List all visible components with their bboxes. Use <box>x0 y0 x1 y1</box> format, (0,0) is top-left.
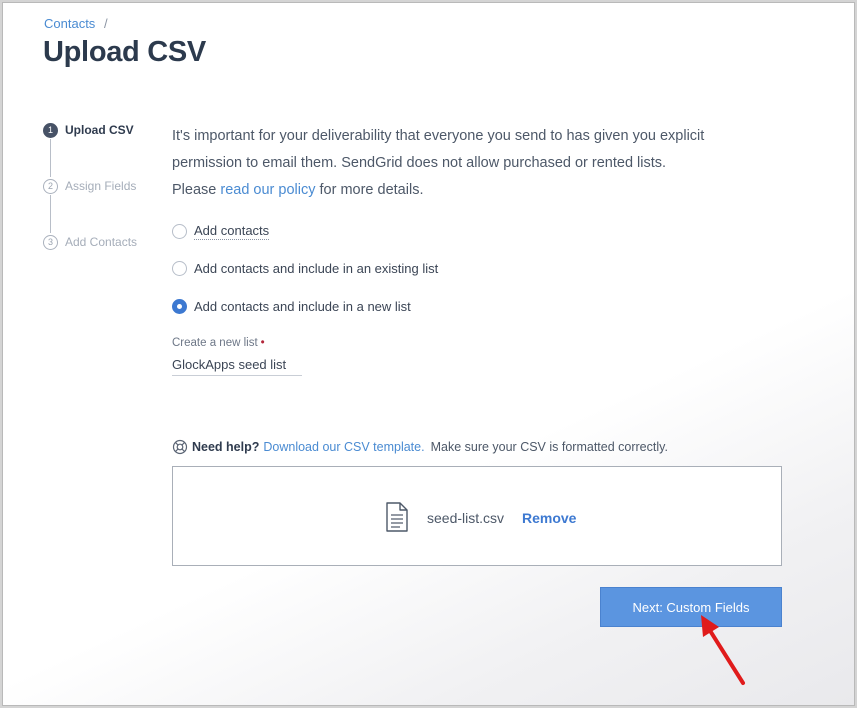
option-label: Add contacts and include in a new list <box>194 299 411 314</box>
step-add-contacts: 3 Add Contacts <box>43 234 137 250</box>
next-custom-fields-button[interactable]: Next: Custom Fields <box>600 587 782 627</box>
stepper-connector <box>50 139 51 177</box>
step-label: Add Contacts <box>65 235 138 249</box>
option-label: Add contacts <box>194 223 270 240</box>
download-template-link[interactable]: Download our CSV template. <box>263 440 424 454</box>
breadcrumb: Contacts / <box>44 16 108 31</box>
step-upload-csv: 1 Upload CSV <box>43 122 134 138</box>
step-number: 3 <box>43 234 58 250</box>
breadcrumb-separator: / <box>103 16 108 31</box>
page-frame: Contacts / Upload CSV 1 Upload CSV 2 Ass… <box>2 2 855 706</box>
csv-help: Need help? Download our CSV template. Ma… <box>172 439 668 455</box>
stepper-connector <box>50 195 51 233</box>
step-number: 1 <box>43 122 58 138</box>
help-note: Make sure your CSV is formatted correctl… <box>430 440 668 454</box>
radio-button[interactable] <box>172 261 187 276</box>
step-number: 2 <box>43 178 58 194</box>
option-add-contacts[interactable]: Add contacts <box>172 223 270 240</box>
notice-line: Please read our policy for more details. <box>172 177 792 204</box>
option-label: Add contacts and include in an existing … <box>194 261 439 276</box>
new-list-label: Create a new list • <box>172 337 265 349</box>
lifebuoy-icon <box>172 439 188 455</box>
uploaded-file-name: seed-list.csv <box>427 510 505 526</box>
policy-link[interactable]: read our policy <box>220 182 315 198</box>
radio-button-selected[interactable] <box>172 299 187 314</box>
document-icon <box>386 502 408 532</box>
new-list-name-input[interactable] <box>172 354 302 376</box>
notice-line: It's important for your deliverability t… <box>172 128 705 144</box>
required-marker: • <box>260 337 265 349</box>
breadcrumb-contacts-link[interactable]: Contacts <box>44 16 95 31</box>
new-list-label-text: Create a new list <box>172 337 258 349</box>
step-assign-fields: 2 Assign Fields <box>43 178 136 194</box>
help-title: Need help? <box>192 440 260 454</box>
notice-suffix: for more details. <box>315 182 424 198</box>
option-existing-list[interactable]: Add contacts and include in an existing … <box>172 261 438 276</box>
radio-button[interactable] <box>172 224 187 239</box>
csv-dropzone[interactable]: seed-list.csv Remove <box>172 466 782 566</box>
annotation-arrow-icon <box>701 615 745 685</box>
step-label: Upload CSV <box>65 123 134 137</box>
progress-stepper: 1 Upload CSV 2 Assign Fields 3 Add Conta… <box>43 120 163 260</box>
step-label: Assign Fields <box>65 179 137 193</box>
notice-prefix: Please <box>172 182 221 198</box>
page-title: Upload CSV <box>43 36 206 68</box>
deliverability-notice: It's important for your deliverability t… <box>172 123 792 204</box>
option-new-list[interactable]: Add contacts and include in a new list <box>172 299 411 314</box>
remove-file-button[interactable]: Remove <box>522 510 576 526</box>
notice-line: permission to email them. SendGrid does … <box>172 155 667 171</box>
